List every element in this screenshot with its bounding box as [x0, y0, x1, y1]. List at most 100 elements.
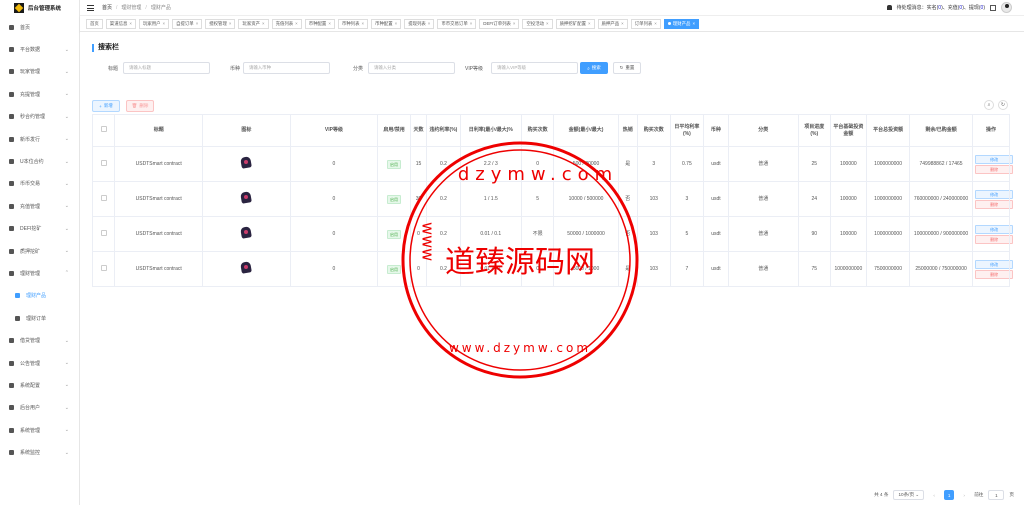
sidebar-item[interactable]: 后台用户 ⌄ [0, 397, 79, 419]
tab-tag[interactable]: 玩家用户 × [138, 18, 170, 29]
reset-button[interactable]: ↻ 重置 [613, 62, 641, 74]
page-size-select[interactable]: 10条/页 ⌄ [893, 490, 925, 500]
tab-tag[interactable]: 币种配置 × [304, 18, 335, 29]
sidebar-item[interactable]: 理财管理 ⌃ [0, 262, 79, 284]
search-toggle-icon[interactable]: ⌕ [984, 100, 994, 110]
edit-button[interactable]: 修改 [975, 189, 1014, 199]
table-cell: 1000000000 [866, 146, 910, 182]
close-icon[interactable]: × [654, 21, 657, 26]
sidebar-item[interactable]: 系统监控 ⌄ [0, 441, 79, 463]
close-icon[interactable]: × [546, 21, 549, 26]
sidebar-item-label: 新币发行 [20, 136, 41, 143]
close-icon[interactable]: × [229, 21, 232, 26]
pending-messages[interactable]: 待处理消息：实名(0)、充值(0)、提现(0) [897, 4, 985, 11]
hamburger-icon[interactable] [87, 4, 94, 11]
row-checkbox[interactable] [91, 146, 116, 182]
edit-button[interactable]: 修改 [975, 259, 1014, 269]
close-icon[interactable]: × [395, 21, 398, 26]
breadcrumb-home[interactable]: 首页 [102, 5, 112, 11]
search-button[interactable]: ⌕ 搜索 [580, 62, 608, 74]
vip-input[interactable]: 请输入VIP等级 [491, 62, 578, 74]
sidebar-item[interactable]: 质押挖矿 ⌄ [0, 240, 79, 262]
delete-button[interactable]: 🗑 删除 [126, 100, 154, 112]
close-icon[interactable]: × [588, 21, 591, 26]
row-delete-button[interactable]: 删除 [975, 164, 1014, 174]
close-icon[interactable]: × [163, 21, 166, 26]
close-icon[interactable]: × [295, 21, 298, 26]
close-icon[interactable]: × [328, 21, 331, 26]
sidebar-item[interactable]: 系统配置 ⌄ [0, 374, 79, 396]
tab-tag[interactable]: 自提订单 × [172, 18, 203, 29]
close-icon[interactable]: × [621, 21, 624, 26]
coin-input[interactable]: 请输入币种 [243, 62, 330, 74]
row-delete-button[interactable]: 删除 [975, 199, 1014, 209]
tab-tag[interactable]: 质押产品 × [597, 18, 628, 29]
sidebar-item[interactable]: 充值管理 ⌄ [0, 195, 79, 217]
tab-tag[interactable]: 渠道信息 × [105, 18, 136, 29]
bell-icon[interactable] [886, 5, 892, 10]
tab-tag[interactable]: 理财产品 × [663, 18, 700, 29]
tab-tag[interactable]: 授权管理 × [205, 18, 236, 29]
row-delete-button[interactable]: 删除 [975, 269, 1014, 279]
sidebar-item[interactable]: 借贷管理 ⌄ [0, 329, 79, 351]
cell-status: 启用 [377, 251, 411, 287]
add-button[interactable]: + 新增 [92, 100, 120, 112]
close-icon[interactable]: × [428, 21, 431, 26]
refresh-table-icon[interactable]: ↻ [998, 100, 1008, 110]
page-number[interactable]: 1 [944, 490, 955, 500]
tab-tag[interactable]: 订单列表 × [630, 18, 661, 29]
sidebar-item[interactable]: U本位合约 ⌄ [0, 150, 79, 172]
row-checkbox[interactable] [91, 181, 116, 217]
tab-tag[interactable]: 首页 [86, 18, 103, 29]
edit-button[interactable]: 修改 [975, 224, 1014, 234]
close-icon[interactable]: × [513, 21, 516, 26]
title-input[interactable]: 请输入标题 [123, 62, 210, 74]
sidebar-item[interactable]: 充提管理 ⌄ [0, 83, 79, 105]
close-icon[interactable]: × [470, 21, 473, 26]
close-icon[interactable]: × [361, 21, 364, 26]
sidebar-item[interactable]: 币币交易 ⌄ [0, 173, 79, 195]
sidebar-item-label: 平台数据 [20, 47, 41, 54]
close-icon[interactable]: × [262, 21, 265, 26]
sidebar-item[interactable]: 平台数据 ⌄ [0, 38, 79, 60]
sidebar-item[interactable]: 公告管理 ⌄ [0, 352, 79, 374]
tab-tag[interactable]: 空投活动 × [522, 18, 553, 29]
fullscreen-icon[interactable] [990, 4, 996, 11]
select-all-checkbox[interactable] [91, 114, 116, 147]
app-logo: 后台管理系统 [0, 0, 79, 16]
row-delete-button[interactable]: 删除 [975, 234, 1014, 244]
sidebar-item-label: DEFI挖矿 [20, 226, 42, 233]
prev-page-icon[interactable]: ‹ [929, 490, 939, 500]
tab-tag[interactable]: 充值列表 × [271, 18, 302, 29]
sidebar-item[interactable]: DEFI挖矿 ⌄ [0, 218, 79, 240]
sidebar-item[interactable]: 秒合约管理 ⌄ [0, 106, 79, 128]
sidebar-item[interactable]: 理财订单 [0, 307, 79, 329]
tab-tag[interactable]: 币种列表 × [337, 18, 369, 29]
breadcrumb-finance[interactable]: 理财管理 [121, 5, 141, 11]
tab-tag[interactable]: 币币交易订单 × [437, 18, 477, 29]
row-checkbox[interactable] [91, 216, 116, 252]
avatar[interactable] [1001, 2, 1012, 13]
row-checkbox[interactable] [91, 251, 116, 287]
edit-button[interactable]: 修改 [975, 154, 1014, 164]
close-icon[interactable]: × [129, 21, 132, 26]
next-page-icon[interactable]: › [959, 490, 969, 500]
tab-tag[interactable]: 币种配置 × [371, 18, 402, 29]
tab-tag[interactable]: DEFI订单列表 × [479, 18, 520, 29]
table-cell: 7500000000 [866, 251, 910, 287]
sidebar-item[interactable]: 系统管理 ⌄ [0, 419, 79, 441]
cell-actions: 修改 删除 [972, 146, 1014, 182]
tab-tag[interactable]: 提现列表 × [404, 18, 435, 29]
tab-tag[interactable]: 玩家资产 × [238, 18, 269, 29]
close-icon[interactable]: × [692, 21, 695, 26]
table-cell: 100000 [829, 181, 868, 217]
close-icon[interactable]: × [196, 21, 199, 26]
goto-input[interactable]: 1 [988, 490, 1005, 500]
tab-tag[interactable]: 质押挖矿配置 × [555, 18, 595, 29]
sidebar-item[interactable]: 玩家管理 ⌄ [0, 61, 79, 83]
sidebar-item[interactable]: 首页 [0, 16, 79, 38]
sidebar-item-label: 系统监控 [20, 450, 41, 457]
sidebar-item[interactable]: 理财产品 [0, 285, 79, 307]
category-input[interactable]: 请输入分类 [368, 62, 455, 74]
sidebar-item[interactable]: 新币发行 ⌄ [0, 128, 79, 150]
